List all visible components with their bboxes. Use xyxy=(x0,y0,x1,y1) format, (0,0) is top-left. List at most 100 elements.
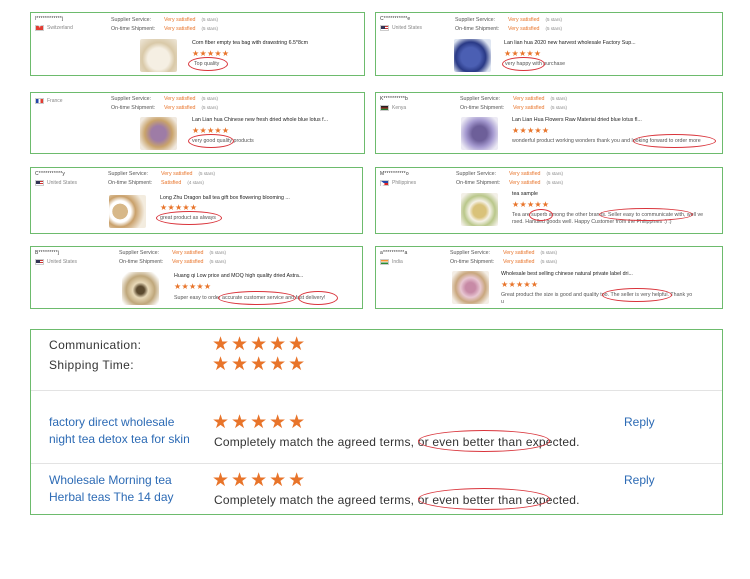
metric-stars: (5 stars) xyxy=(209,259,227,264)
product-review-text: Completely match the agreed terms, or ev… xyxy=(214,435,580,449)
metric-label: On-time Shipment: xyxy=(460,104,505,111)
reply-link[interactable]: Reply xyxy=(624,473,655,487)
country-name: United States xyxy=(47,259,78,265)
buyer-country: Philippines xyxy=(380,180,417,187)
product-image[interactable] xyxy=(140,39,177,72)
metric-stars: (5 stars) xyxy=(545,17,563,22)
metric-label: On-time Shipment: xyxy=(456,179,501,186)
product-image[interactable] xyxy=(461,193,498,226)
review-card: M**********o Philippines Supplier Servic… xyxy=(375,167,723,234)
product-title[interactable]: Long Zhu Dragon ball tea gift box flower… xyxy=(160,195,290,201)
country-name: France xyxy=(47,98,63,104)
united-states-flag-icon xyxy=(380,25,389,31)
rating-stars: ★★★★★ xyxy=(160,203,198,212)
metric-value: Satisfied xyxy=(161,179,182,186)
switzerland-flag-icon xyxy=(35,24,44,31)
india-flag-icon xyxy=(380,259,389,265)
metric-stars: (5 stars) xyxy=(198,171,216,176)
buyer-name: M**********o xyxy=(380,171,409,177)
review-card: K**********b Kenya Supplier Service: Very… xyxy=(375,92,723,154)
country-name: Philippines xyxy=(392,180,417,186)
communication-label: Communication: xyxy=(49,338,142,352)
buyer-name: a**********a xyxy=(380,250,408,256)
metric-value: Very satisfied xyxy=(513,95,545,102)
metric-value: Very satisfied xyxy=(164,104,196,111)
review-card: C***********y United States Supplier Ser… xyxy=(30,167,363,234)
metric-value: Very satisfied xyxy=(164,95,196,102)
metric-value: Very satisfied xyxy=(503,258,535,265)
product-title[interactable]: Wholesale best selling chinese natural p… xyxy=(501,271,633,277)
review-card: France Supplier Service: Very satisfied (5… xyxy=(30,92,365,154)
metric-value: Very satisfied xyxy=(164,16,196,23)
product-review-link[interactable]: factory direct wholesale night tea detox… xyxy=(49,414,197,448)
metric-stars: (5 stars) xyxy=(546,180,564,185)
supplier-metrics: Supplier Service: Very satisfied (5 stars)… xyxy=(119,248,226,266)
philippines-flag-icon xyxy=(380,180,389,187)
metric-value: Very satisfied xyxy=(508,25,540,32)
buyer-country: Switzerland xyxy=(35,24,73,31)
metric-label: Supplier Service: xyxy=(111,16,152,23)
buyer-name: K**********b xyxy=(380,96,408,102)
product-image[interactable] xyxy=(454,39,491,72)
metric-stars: (5 stars) xyxy=(201,17,219,22)
review-comment: very good quality products xyxy=(192,138,254,144)
product-title[interactable]: Corn fiber empty tea bag with drawstring… xyxy=(192,40,308,46)
metric-label: Supplier Service: xyxy=(460,95,501,102)
buyer-name: B*********j xyxy=(35,250,60,256)
product-title[interactable]: Lan Lian hua Chinese new fresh dried who… xyxy=(192,117,328,123)
rating-stars: ★★★★★ xyxy=(192,49,230,58)
supplier-metrics: Supplier Service: Very satisfied (5 stars)… xyxy=(455,15,562,33)
rating-stars: ★★★★★ xyxy=(174,282,212,291)
buyer-country: France xyxy=(35,98,63,104)
rating-stars: ★★★★★ xyxy=(512,200,550,209)
product-title[interactable]: tea sample xyxy=(512,191,538,197)
review-comment-line: rsed. Handled goods well. Happy Customer… xyxy=(512,219,672,225)
review-comment: wonderful product working wonders thank … xyxy=(512,138,701,144)
product-title[interactable]: Lan lian hua 2020 new harvest wholesale … xyxy=(504,40,636,46)
metric-label: On-time Shipment: xyxy=(111,104,156,111)
supplier-metrics: Supplier Service: Very satisfied (5 stars)… xyxy=(111,15,218,33)
product-image[interactable] xyxy=(140,117,177,150)
metric-label: On-time Shipment: xyxy=(119,258,164,265)
supplier-metrics: Supplier Service: Very satisfied (5 stars)… xyxy=(460,94,567,112)
product-image[interactable] xyxy=(452,271,489,304)
country-name: India xyxy=(392,259,403,265)
supplier-metrics: Supplier Service: Very satisfied (5 stars)… xyxy=(456,169,563,187)
metric-value: Very satisfied xyxy=(164,25,196,32)
product-review-link[interactable]: Wholesale Morning tea Herbal teas The 14… xyxy=(49,472,197,506)
metric-stars: (5 stars) xyxy=(540,250,558,255)
feedback-panel: Communication: ★★★★★ Shipping Time: ★★★★… xyxy=(30,329,723,515)
divider xyxy=(31,463,722,464)
metric-value: Very satisfied xyxy=(172,249,204,256)
metric-label: Supplier Service: xyxy=(450,249,491,256)
product-title[interactable]: Lan Lian Hua Flowers Raw Material dried … xyxy=(512,117,642,123)
metric-stars: (5 stars) xyxy=(550,96,568,101)
review-comment: great product as always xyxy=(160,215,216,221)
country-name: United States xyxy=(392,25,423,31)
review-card: C***********e United States Supplier Ser… xyxy=(375,12,723,76)
product-title[interactable]: Huang qi Low price and MOQ high quality … xyxy=(174,273,303,279)
supplier-metrics: Supplier Service: Very satisfied (5 stars)… xyxy=(108,169,215,187)
product-image[interactable] xyxy=(461,117,498,150)
product-review-stars: ★★★★★ xyxy=(212,470,308,491)
buyer-country: India xyxy=(380,259,403,265)
review-comment-line: Great product the size is good and quali… xyxy=(501,292,693,298)
buyer-country: United States xyxy=(35,259,77,265)
buyer-country: United States xyxy=(35,180,77,186)
united-states-flag-icon xyxy=(35,259,44,265)
metric-label: Supplier Service: xyxy=(455,16,496,23)
rating-stars: ★★★★★ xyxy=(504,49,542,58)
rating-stars: ★★★★★ xyxy=(512,126,550,135)
product-image[interactable] xyxy=(109,195,146,228)
rating-stars: ★★★★★ xyxy=(501,280,539,289)
metric-stars: (5 stars) xyxy=(201,105,219,110)
kenya-flag-icon xyxy=(380,105,389,111)
metric-value: Very satisfied xyxy=(509,179,541,186)
metric-value: Very satisfied xyxy=(161,170,193,177)
metric-value: Very satisfied xyxy=(513,104,545,111)
product-image[interactable] xyxy=(122,272,159,305)
reply-link[interactable]: Reply xyxy=(624,415,655,429)
metric-label: On-time Shipment: xyxy=(455,25,500,32)
metric-label: Supplier Service: xyxy=(108,170,149,177)
metric-stars: (5 stars) xyxy=(201,26,219,31)
